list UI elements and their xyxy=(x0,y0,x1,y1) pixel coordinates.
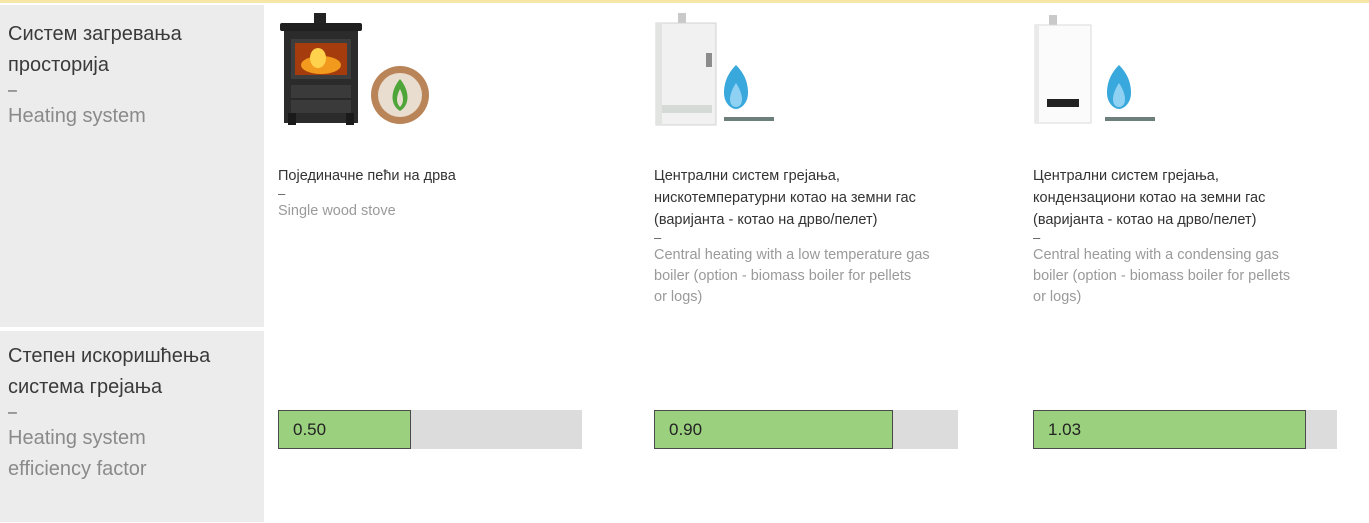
efficiency-bar-wood-stove: 0.50 xyxy=(278,410,582,449)
system-name-en-line2: boiler (option - biomass boiler for pell… xyxy=(654,268,912,284)
heating-system-label-cell: Систем загревања просторија – Heating sy… xyxy=(0,5,264,327)
wood-stove-icon xyxy=(280,13,429,125)
system-name-en-line3: or logs) xyxy=(1033,289,1082,305)
separator-dash: – xyxy=(1033,230,1041,245)
separator-dash: – xyxy=(278,186,286,201)
system-description-low-temp-gas-boiler: Централни систем грејања, нискотемперату… xyxy=(654,165,984,308)
system-name-sr-line2: нискотемпературни котао на земни гас xyxy=(654,190,916,206)
label-separator-dash: – xyxy=(8,82,17,99)
system-description-condensing-gas-boiler: Централни систем грејања, кондензациони … xyxy=(1033,165,1363,308)
label-separator-dash: – xyxy=(8,404,17,421)
system-name-sr-line2: кондензациони котао на земни гас xyxy=(1033,190,1266,206)
system-name-en: Single wood stove xyxy=(278,203,396,219)
system-name-sr-line3: (варијанта - котао на дрво/пелет) xyxy=(654,212,878,228)
system-name-en-line1: Central heating with a condensing gas xyxy=(1033,247,1279,263)
separator-dash: – xyxy=(654,230,662,245)
heating-system-label-sr: Систем загревања xyxy=(8,23,182,45)
efficiency-value: 0.90 xyxy=(669,420,703,439)
efficiency-label-en: Heating system xyxy=(8,427,146,449)
top-accent-line xyxy=(0,0,1369,3)
efficiency-bar-fill: 1.03 xyxy=(1033,410,1306,449)
efficiency-label-sr: Степен искоришћења xyxy=(8,345,211,367)
heating-system-label-en: Heating system xyxy=(8,105,146,127)
system-name-sr-line1: Централни систем грејања, xyxy=(1033,168,1219,184)
efficiency-bar-low-temp-gas-boiler: 0.90 xyxy=(654,410,958,449)
condensing-boiler-with-flame-icon xyxy=(1034,15,1155,124)
efficiency-bar-condensing-gas-boiler: 1.03 xyxy=(1033,410,1337,449)
efficiency-value: 1.03 xyxy=(1048,420,1082,439)
system-name-sr-line1: Централни систем грејања, xyxy=(654,168,840,184)
efficiency-label-en-2: efficiency factor xyxy=(8,458,147,480)
heating-system-label-sr-2: просторија xyxy=(8,54,109,76)
system-name-sr: Појединачне пећи на дрва xyxy=(278,168,456,184)
system-name-sr-line3: (варијанта - котао на дрво/пелет) xyxy=(1033,212,1257,228)
efficiency-value: 0.50 xyxy=(293,420,327,439)
system-name-en-line2: boiler (option - biomass boiler for pell… xyxy=(1033,268,1291,284)
system-description-wood-stove: Појединачне пећи на дрва – Single wood s… xyxy=(278,165,608,222)
gas-boiler-image xyxy=(654,13,854,133)
gas-boiler-with-flame-icon xyxy=(655,13,774,126)
system-name-en-line3: or logs) xyxy=(654,289,703,305)
efficiency-bar-fill: 0.50 xyxy=(278,410,411,449)
efficiency-label-cell: Степен искоришћења система грејања – Hea… xyxy=(0,331,264,522)
efficiency-bar-fill: 0.90 xyxy=(654,410,893,449)
condensing-boiler-image xyxy=(1033,13,1233,133)
system-name-en-line1: Central heating with a low temperature g… xyxy=(654,247,930,263)
efficiency-label-sr-2: система грејања xyxy=(8,376,163,398)
wood-stove-image xyxy=(278,13,478,133)
